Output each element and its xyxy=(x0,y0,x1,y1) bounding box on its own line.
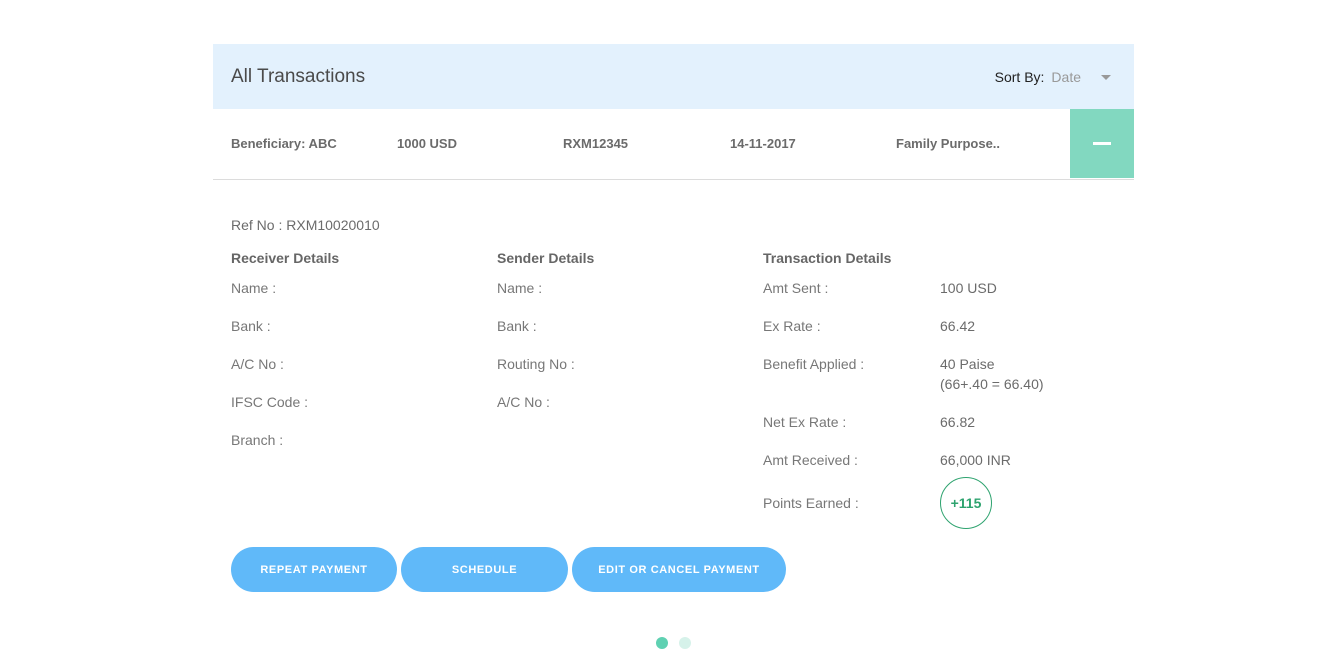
sender-details-heading: Sender Details xyxy=(497,250,595,266)
page-title: All Transactions xyxy=(231,65,366,87)
repeat-payment-label: REPEAT PAYMENT xyxy=(260,563,368,576)
sort-value[interactable]: Date xyxy=(1051,69,1081,85)
ex-rate-label: Ex Rate : xyxy=(763,318,821,334)
benefit-formula: (66+.40 = 66.40) xyxy=(940,376,1044,392)
amt-sent-label: Amt Sent : xyxy=(763,280,829,296)
schedule-label: SCHEDULE xyxy=(451,563,518,576)
points-badge: +115 xyxy=(940,477,992,529)
summary-ref: RXM12345 xyxy=(563,136,629,151)
sender-account-label: A/C No : xyxy=(497,394,550,410)
net-rate-value: 66.82 xyxy=(940,414,976,430)
summary-purpose: Family Purpose.. xyxy=(896,136,1001,151)
points-label: Points Earned : xyxy=(763,495,859,511)
sort-dropdown[interactable]: Sort By: Date xyxy=(995,69,1116,85)
ref-number: Ref No : RXM10020010 xyxy=(231,217,380,233)
schedule-button[interactable]: SCHEDULE xyxy=(401,547,568,592)
repeat-payment-button[interactable]: REPEAT PAYMENT xyxy=(231,547,397,592)
points-value: +115 xyxy=(950,495,982,511)
receiver-name-label: Name : xyxy=(231,280,277,296)
ex-rate-value: 66.42 xyxy=(940,318,976,334)
sort-label: Sort By: xyxy=(994,68,1045,85)
pagination-dot[interactable] xyxy=(679,637,691,649)
minus-icon xyxy=(1093,142,1111,145)
amt-sent-value: 100 USD xyxy=(940,280,997,296)
receiver-branch-label: Branch : xyxy=(231,432,284,448)
sender-routing-label: Routing No : xyxy=(497,356,575,372)
pagination-dot-active[interactable] xyxy=(656,637,668,649)
net-rate-label: Net Ex Rate : xyxy=(763,414,847,430)
collapse-button[interactable] xyxy=(1070,109,1134,178)
amt-received-value: 66,000 INR xyxy=(940,452,1011,468)
sender-bank-label: Bank : xyxy=(497,318,537,334)
edit-cancel-label: EDIT OR CANCEL PAYMENT xyxy=(598,563,760,576)
receiver-details-heading: Receiver Details xyxy=(231,250,340,266)
transaction-summary-row[interactable]: Beneficiary: ABC 1000 USD RXM12345 14-11… xyxy=(213,109,1134,180)
benefit-value: 40 Paise xyxy=(940,356,995,372)
transactions-card: All Transactions Sort By: Date Beneficia… xyxy=(213,44,1134,180)
amt-received-label: Amt Received : xyxy=(763,452,858,468)
receiver-account-label: A/C No : xyxy=(231,356,284,372)
chevron-down-icon[interactable] xyxy=(1101,75,1111,80)
edit-cancel-payment-button[interactable]: EDIT OR CANCEL PAYMENT xyxy=(572,547,786,592)
sender-name-label: Name : xyxy=(497,280,543,296)
transactions-header: All Transactions Sort By: Date xyxy=(213,44,1134,109)
transaction-details-heading: Transaction Details xyxy=(763,250,892,266)
receiver-ifsc-label: IFSC Code : xyxy=(231,394,309,410)
summary-amount: 1000 USD xyxy=(397,136,457,151)
summary-beneficiary: Beneficiary: ABC xyxy=(231,136,337,151)
receiver-bank-label: Bank : xyxy=(231,318,271,334)
benefit-label: Benefit Applied : xyxy=(763,356,865,372)
summary-date: 14-11-2017 xyxy=(730,136,796,151)
